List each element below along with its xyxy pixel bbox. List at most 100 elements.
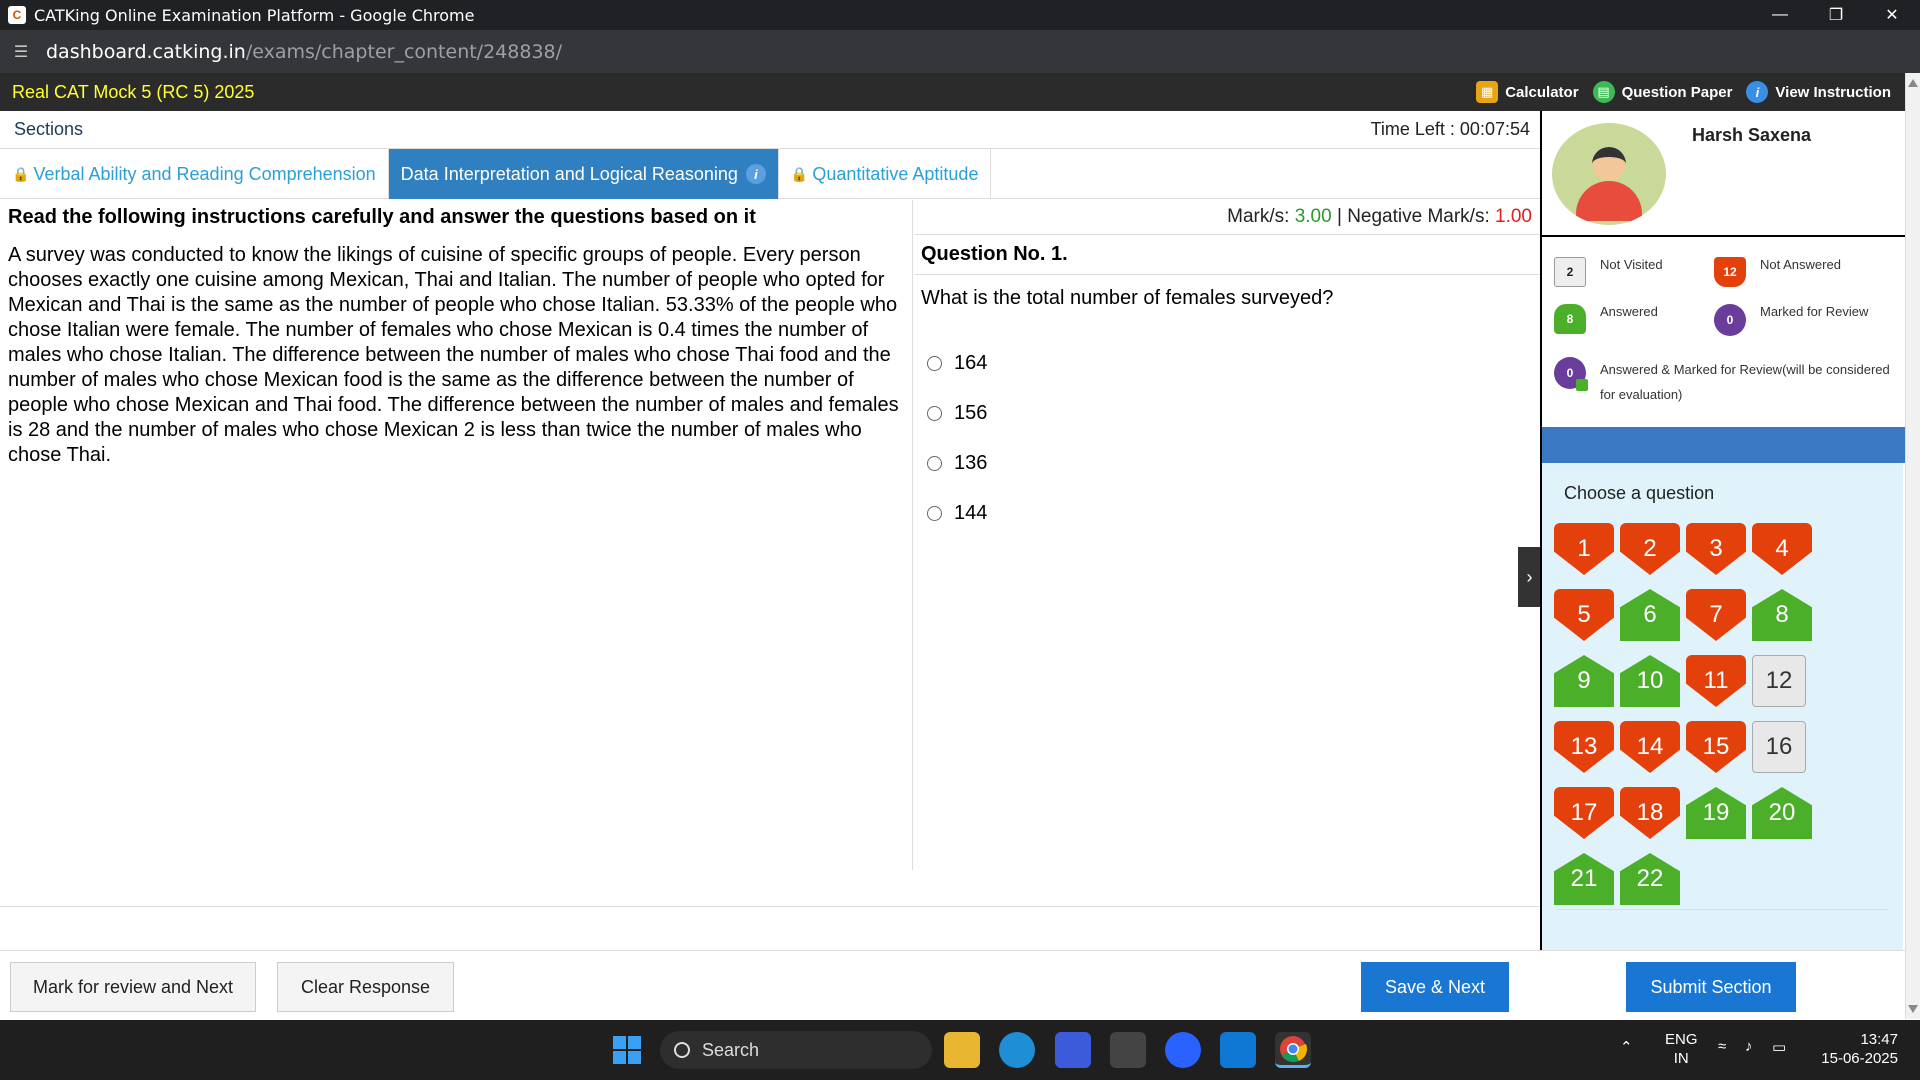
- tab-label: Data Interpretation and Logical Reasonin…: [400, 163, 738, 184]
- view-instruction-label: View Instruction: [1775, 83, 1891, 101]
- taskbar-search[interactable]: Search: [660, 1031, 932, 1069]
- show-hidden-icons-icon[interactable]: ⌃: [1620, 1038, 1633, 1056]
- calculator-label: Calculator: [1505, 83, 1579, 101]
- tick-icon: [1576, 379, 1588, 391]
- site-settings-icon[interactable]: ☰: [10, 41, 32, 63]
- volume-icon[interactable]: ♪: [1745, 1038, 1753, 1055]
- collapse-panel-button[interactable]: ›: [1518, 547, 1541, 607]
- minimize-icon[interactable]: —: [1752, 0, 1808, 30]
- option-1[interactable]: 164: [927, 338, 1540, 388]
- close-icon[interactable]: ✕: [1864, 0, 1920, 30]
- sync-icon[interactable]: [1165, 1032, 1201, 1068]
- radio-button[interactable]: [927, 405, 942, 421]
- question-button-20[interactable]: 20: [1752, 787, 1812, 839]
- question-button-1[interactable]: 1: [1554, 523, 1614, 575]
- question-button-21[interactable]: 21: [1554, 853, 1614, 905]
- restore-icon[interactable]: ❐: [1808, 0, 1864, 30]
- tab-label: Verbal Ability and Reading Comprehension: [33, 163, 376, 184]
- question-button-3[interactable]: 3: [1686, 523, 1746, 575]
- search-label: Search: [702, 1039, 760, 1060]
- option-2[interactable]: 156: [927, 388, 1540, 438]
- wifi-icon[interactable]: ≈: [1718, 1038, 1726, 1055]
- info-icon[interactable]: i: [745, 164, 766, 184]
- option-4[interactable]: 144: [927, 488, 1540, 538]
- option-label: 164: [954, 351, 988, 374]
- windows-start-icon[interactable]: [609, 1032, 645, 1068]
- candidate-name: Harsh Saxena: [1692, 125, 1812, 145]
- question-button-14[interactable]: 14: [1620, 721, 1680, 773]
- question-button-12[interactable]: 12: [1752, 655, 1806, 707]
- option-3[interactable]: 136: [927, 438, 1540, 488]
- exam-title: Real CAT Mock 5 (RC 5) 2025: [12, 81, 255, 102]
- language-indicator[interactable]: ENG IN: [1665, 1030, 1698, 1068]
- view-instruction-button[interactable]: i View Instruction: [1746, 81, 1891, 103]
- edge-icon[interactable]: [999, 1032, 1035, 1068]
- palette-divider: [1556, 909, 1889, 910]
- question-button-11[interactable]: 11: [1686, 655, 1746, 707]
- question-button-5[interactable]: 5: [1554, 589, 1614, 641]
- question-button-6[interactable]: 6: [1620, 589, 1680, 641]
- window-title: CATKing Online Examination Platform - Go…: [34, 5, 475, 25]
- clear-response-button[interactable]: Clear Response: [277, 962, 454, 1012]
- question-paper-label: Question Paper: [1621, 83, 1733, 101]
- palette-title: Choose a question: [1564, 483, 1715, 503]
- legend-label-line1: Answered & Marked for Review(will be con…: [1600, 362, 1890, 377]
- question-button-9[interactable]: 9: [1554, 655, 1614, 707]
- question-button-19[interactable]: 19: [1686, 787, 1746, 839]
- marks-label: Mark/s:: [1227, 206, 1290, 227]
- page-scrollbar[interactable]: [1905, 73, 1920, 1019]
- question-button-8[interactable]: 8: [1752, 589, 1812, 641]
- candidate-sidebar: Harsh Saxena 2 Not Visited 12 Not Answer…: [1540, 111, 1905, 950]
- clock-time: 13:47: [1860, 1031, 1898, 1048]
- sections-label: Sections: [14, 119, 84, 139]
- chrome-icon[interactable]: [1275, 1032, 1311, 1068]
- tab-quantitative-aptitude[interactable]: 🔒 Quantitative Aptitude: [779, 149, 992, 199]
- app-icon[interactable]: [1055, 1032, 1091, 1068]
- calculator-button[interactable]: ▦ Calculator: [1476, 81, 1579, 103]
- tab-data-interpretation[interactable]: Data Interpretation and Logical Reasonin…: [388, 149, 779, 199]
- battery-icon[interactable]: ▭: [1772, 1038, 1786, 1056]
- address-bar[interactable]: ☰ dashboard.catking.in/exams/chapter_con…: [0, 30, 1920, 73]
- question-button-13[interactable]: 13: [1554, 721, 1614, 773]
- store-icon[interactable]: [1110, 1032, 1146, 1068]
- legend-answered-marked: 0 Answered & Marked for Review(will be c…: [1554, 357, 1894, 407]
- scroll-down-icon[interactable]: [1908, 1005, 1918, 1013]
- mark-review-next-button[interactable]: Mark for review and Next: [10, 962, 256, 1012]
- question-button-16[interactable]: 16: [1752, 721, 1806, 773]
- question-button-2[interactable]: 2: [1620, 523, 1680, 575]
- tab-verbal-ability[interactable]: 🔒 Verbal Ability and Reading Comprehensi…: [0, 149, 389, 199]
- section-tabs: 🔒 Verbal Ability and Reading Comprehensi…: [0, 149, 1540, 199]
- passage-heading: Read the following instructions carefull…: [8, 206, 756, 228]
- submit-section-button[interactable]: Submit Section: [1626, 962, 1796, 1012]
- outlook-icon[interactable]: [1220, 1032, 1256, 1068]
- negative-marks-value: 1.00: [1495, 206, 1532, 227]
- scroll-up-icon[interactable]: [1908, 79, 1918, 87]
- question-button-10[interactable]: 10: [1620, 655, 1680, 707]
- option-label: 144: [954, 501, 988, 524]
- question-button-22[interactable]: 22: [1620, 853, 1680, 905]
- question-button-15[interactable]: 15: [1686, 721, 1746, 773]
- url-text[interactable]: dashboard.catking.in/exams/chapter_conte…: [46, 41, 562, 63]
- sections-bar: Sections Time Left : 00:07:54: [0, 111, 1540, 149]
- answer-options: 164 156 136 144: [914, 338, 1540, 538]
- question-button-17[interactable]: 17: [1554, 787, 1614, 839]
- save-next-button[interactable]: Save & Next: [1361, 962, 1509, 1012]
- radio-button[interactable]: [927, 505, 942, 521]
- avatar: [1552, 123, 1666, 225]
- answered-marked-badge: 0: [1554, 357, 1588, 391]
- legend-marked-review: 0 Marked for Review: [1714, 304, 1868, 336]
- question-paper-button[interactable]: ▤ Question Paper: [1592, 81, 1733, 103]
- option-label: 136: [954, 451, 988, 474]
- exam-tools: ▦ Calculator ▤ Question Paper i View Ins…: [1476, 73, 1891, 111]
- file-explorer-icon[interactable]: [944, 1032, 980, 1068]
- clock[interactable]: 13:47 15-06-2025: [1818, 1030, 1898, 1068]
- candidate-profile: Harsh Saxena: [1542, 111, 1905, 237]
- radio-button[interactable]: [927, 455, 942, 471]
- question-button-7[interactable]: 7: [1686, 589, 1746, 641]
- marks-separator: |: [1331, 206, 1348, 227]
- tab-label: Quantitative Aptitude: [812, 163, 979, 184]
- radio-button[interactable]: [927, 355, 942, 371]
- question-button-4[interactable]: 4: [1752, 523, 1812, 575]
- question-button-18[interactable]: 18: [1620, 787, 1680, 839]
- url-host: dashboard.catking.in: [46, 40, 246, 63]
